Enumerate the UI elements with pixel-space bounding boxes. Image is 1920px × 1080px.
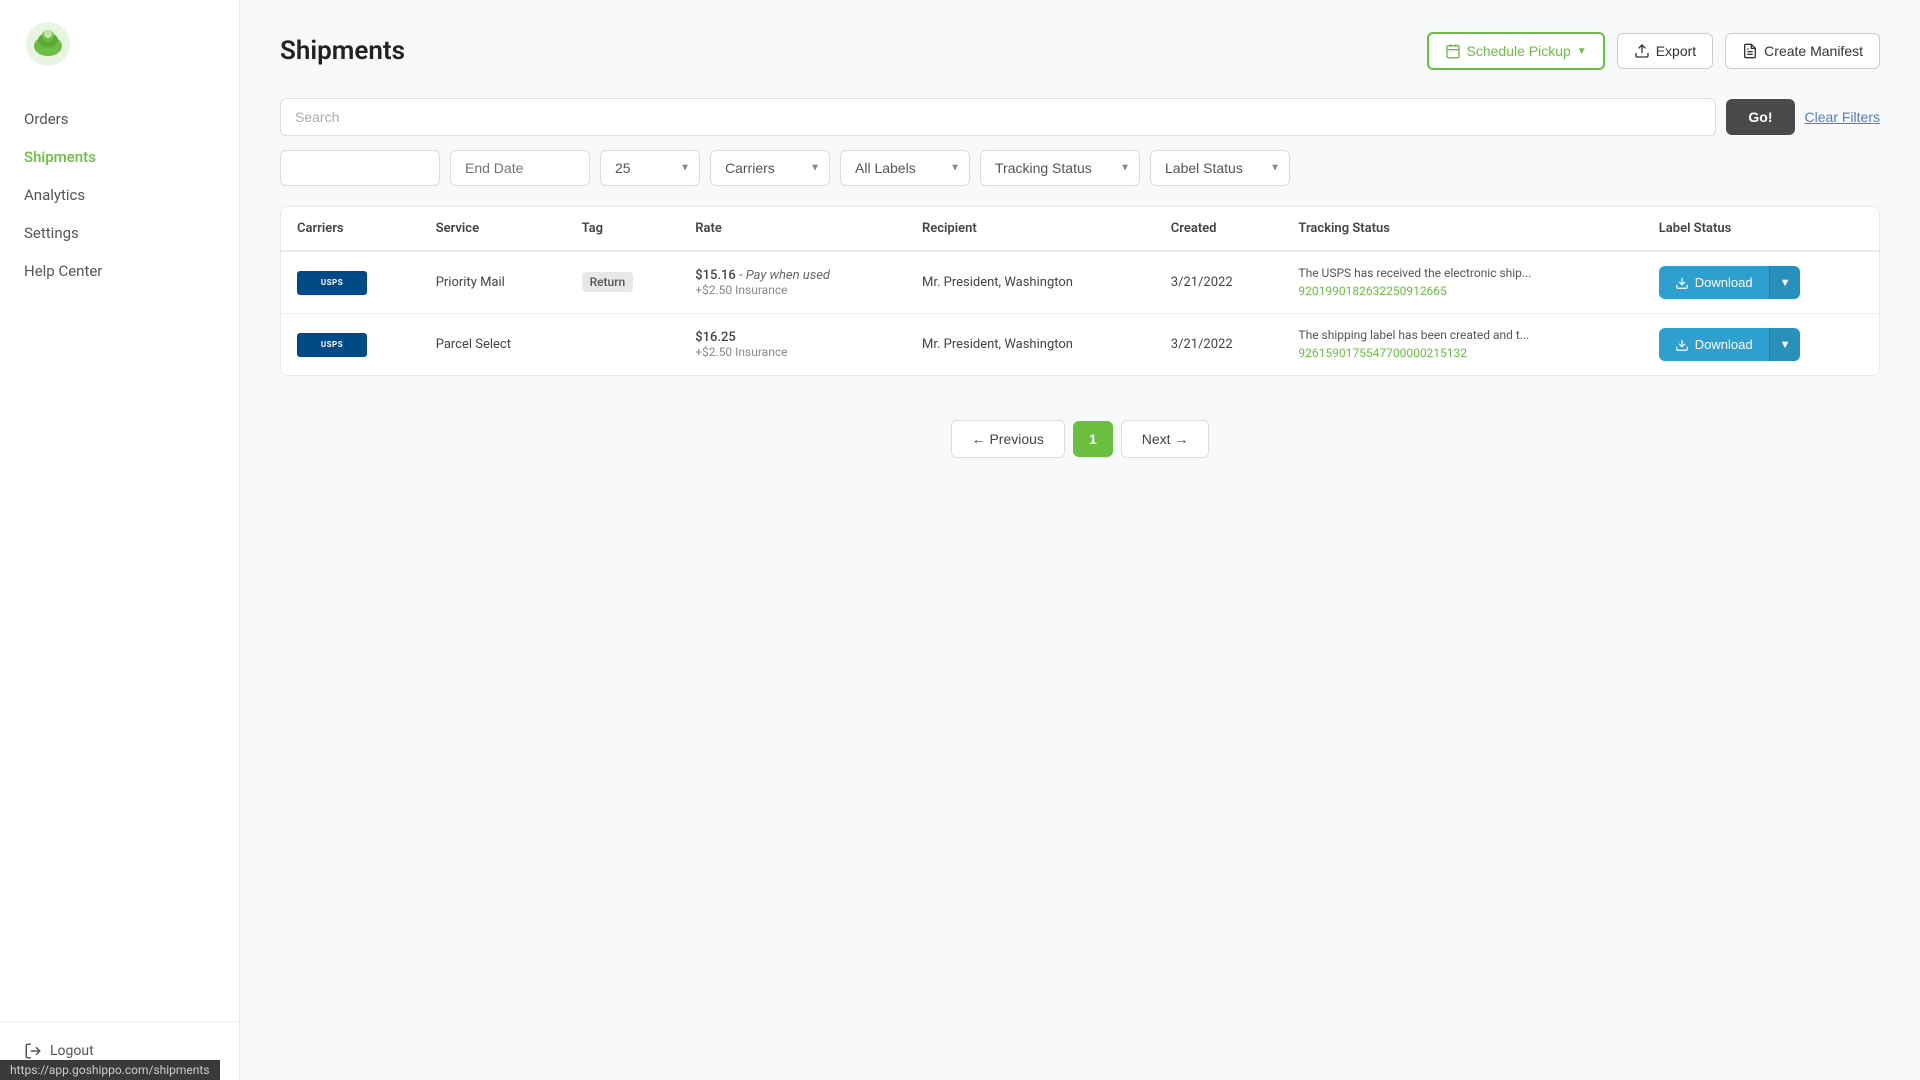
- export-icon: [1634, 43, 1650, 59]
- sidebar-navigation: Orders Shipments Analytics Settings Help…: [0, 92, 239, 1021]
- download-button[interactable]: Download: [1659, 328, 1769, 361]
- col-carriers: Carriers: [281, 207, 420, 251]
- cell-created: 3/21/2022: [1155, 314, 1283, 376]
- next-button[interactable]: Next →: [1121, 420, 1210, 458]
- table-row: USPS Priority Mail Return $15.16 - Pay when…: [281, 251, 1879, 314]
- cell-recipient: Mr. President, Washington: [906, 314, 1155, 376]
- usps-logo: USPS: [297, 333, 404, 357]
- sidebar: Orders Shipments Analytics Settings Help…: [0, 0, 240, 1080]
- search-input[interactable]: [280, 98, 1716, 136]
- label-status-wrapper: Label Status: [1150, 150, 1290, 186]
- page-header: Shipments Schedule Pickup ▼ Export: [280, 32, 1880, 70]
- shipments-table-container: Carriers Service Tag Rate Recipient Crea…: [280, 206, 1880, 376]
- logout-icon: [24, 1042, 42, 1060]
- schedule-pickup-button[interactable]: Schedule Pickup ▼: [1427, 32, 1605, 70]
- download-dropdown-button[interactable]: ▼: [1769, 266, 1801, 299]
- col-rate: Rate: [679, 207, 906, 251]
- per-page-wrapper: 25 50 100: [600, 150, 700, 186]
- filter-row: 2021-12-22 25 50 100 Carriers USPS UPS F…: [280, 150, 1880, 186]
- usps-logo-img: USPS: [297, 271, 367, 295]
- cell-service: Parcel Select: [420, 314, 566, 376]
- per-page-select[interactable]: 25 50 100: [600, 150, 700, 186]
- col-created: Created: [1155, 207, 1283, 251]
- go-button[interactable]: Go!: [1726, 99, 1794, 135]
- carriers-wrapper: Carriers USPS UPS FedEx: [710, 150, 830, 186]
- cell-service: Priority Mail: [420, 251, 566, 314]
- return-tag: Return: [582, 272, 634, 292]
- cell-created: 3/21/2022: [1155, 251, 1283, 314]
- table-row: USPS Parcel Select $16.25+$2.50 InsuranceM…: [281, 314, 1879, 376]
- table-header-row: Carriers Service Tag Rate Recipient Crea…: [281, 207, 1879, 251]
- download-dropdown-button[interactable]: ▼: [1769, 328, 1801, 361]
- cell-label-status: Download ▼: [1643, 251, 1879, 314]
- cell-tracking-status: The shipping label has been created and …: [1282, 314, 1642, 376]
- download-icon: [1675, 276, 1689, 290]
- sidebar-item-shipments[interactable]: Shipments: [0, 138, 239, 176]
- header-actions: Schedule Pickup ▼ Export: [1427, 32, 1881, 70]
- manifest-icon: [1742, 43, 1758, 59]
- shipments-table: Carriers Service Tag Rate Recipient Crea…: [281, 207, 1879, 375]
- pagination: ← Previous 1 Next →: [280, 400, 1880, 478]
- usps-logo: USPS: [297, 271, 404, 295]
- export-button[interactable]: Export: [1617, 33, 1713, 69]
- all-labels-wrapper: All Labels: [840, 150, 970, 186]
- sidebar-logo: [0, 0, 239, 92]
- tracking-number-link[interactable]: 9201990182632250912665: [1298, 284, 1446, 298]
- start-date-input[interactable]: 2021-12-22: [280, 150, 440, 186]
- download-button-group: Download ▼: [1659, 328, 1801, 361]
- all-labels-select[interactable]: All Labels: [840, 150, 970, 186]
- cell-carrier: USPS: [281, 251, 420, 314]
- schedule-chevron-icon: ▼: [1577, 46, 1587, 57]
- col-service: Service: [420, 207, 566, 251]
- sidebar-item-settings[interactable]: Settings: [0, 214, 239, 252]
- cell-tag: [566, 314, 680, 376]
- tracking-status-select[interactable]: Tracking Status: [980, 150, 1140, 186]
- clear-filters-button[interactable]: Clear Filters: [1805, 109, 1880, 125]
- download-button-group: Download ▼: [1659, 266, 1801, 299]
- cell-rate: $16.25+$2.50 Insurance: [679, 314, 906, 376]
- create-manifest-button[interactable]: Create Manifest: [1725, 33, 1880, 69]
- col-tracking-status: Tracking Status: [1282, 207, 1642, 251]
- sidebar-item-help-center[interactable]: Help Center: [0, 252, 239, 290]
- status-bar: https://app.goshippo.com/shipments: [0, 1060, 220, 1080]
- cell-recipient: Mr. President, Washington: [906, 251, 1155, 314]
- tracking-status-wrapper: Tracking Status: [980, 150, 1140, 186]
- carriers-select[interactable]: Carriers USPS UPS FedEx: [710, 150, 830, 186]
- cell-label-status: Download ▼: [1643, 314, 1879, 376]
- col-recipient: Recipient: [906, 207, 1155, 251]
- download-icon: [1675, 338, 1689, 352]
- usps-logo-img: USPS: [297, 333, 367, 357]
- col-tag: Tag: [566, 207, 680, 251]
- col-label-status: Label Status: [1643, 207, 1879, 251]
- page-1-button[interactable]: 1: [1073, 421, 1113, 457]
- tracking-number-link[interactable]: 9261590175547700000215132: [1298, 346, 1467, 360]
- sidebar-item-analytics[interactable]: Analytics: [0, 176, 239, 214]
- download-button[interactable]: Download: [1659, 266, 1769, 299]
- previous-button[interactable]: ← Previous: [951, 420, 1065, 458]
- cell-carrier: USPS: [281, 314, 420, 376]
- schedule-icon: [1445, 43, 1461, 59]
- label-status-select[interactable]: Label Status: [1150, 150, 1290, 186]
- main-content: Shipments Schedule Pickup ▼ Export: [240, 0, 1920, 1080]
- logo-icon: [24, 20, 72, 68]
- cell-tracking-status: The USPS has received the electronic shi…: [1282, 251, 1642, 314]
- tracking-text: The shipping label has been created and …: [1298, 328, 1626, 342]
- tracking-text: The USPS has received the electronic shi…: [1298, 266, 1626, 280]
- end-date-input[interactable]: [450, 150, 590, 186]
- cell-rate: $15.16 - Pay when used+$2.50 Insurance: [679, 251, 906, 314]
- page-title: Shipments: [280, 36, 405, 66]
- cell-tag: Return: [566, 251, 680, 314]
- search-row: Go! Clear Filters: [280, 98, 1880, 136]
- sidebar-item-orders[interactable]: Orders: [0, 100, 239, 138]
